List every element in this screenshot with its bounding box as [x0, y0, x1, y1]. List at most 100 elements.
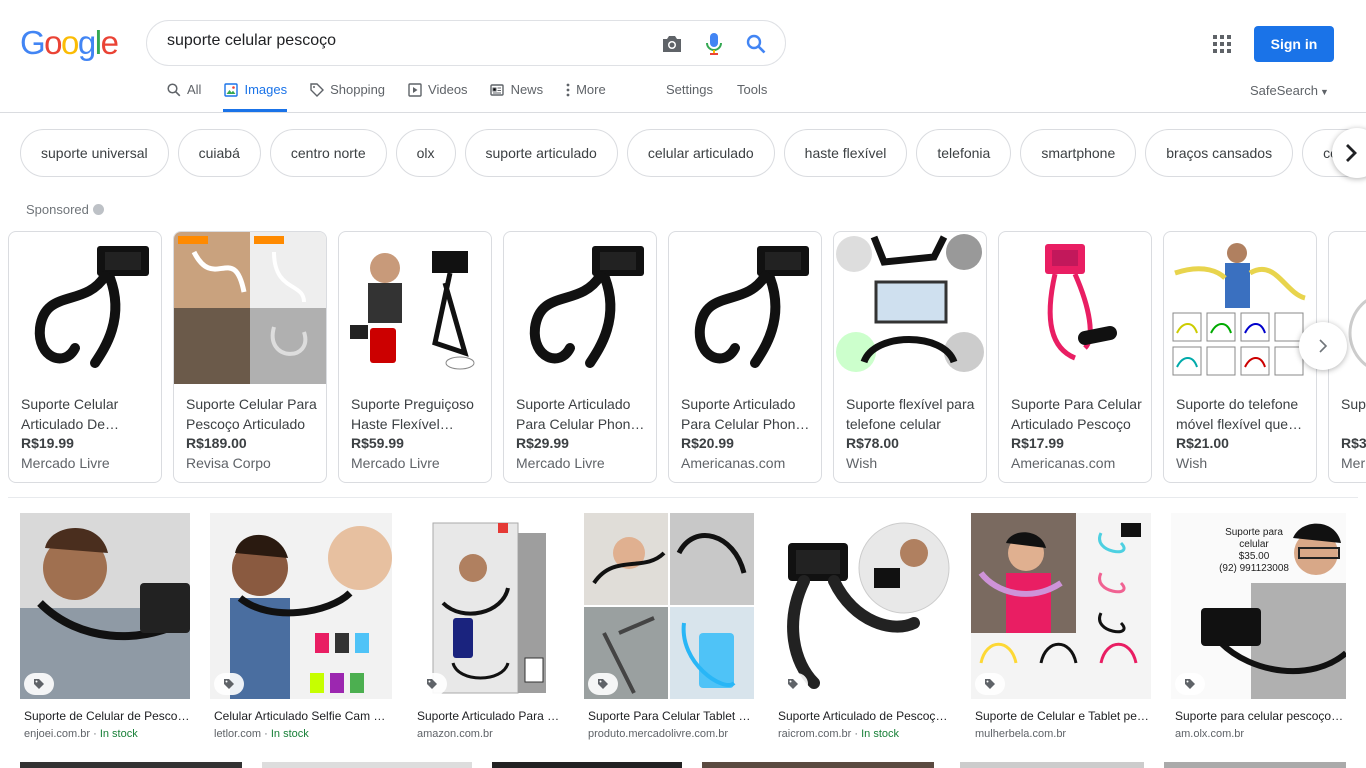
camera-icon[interactable] — [659, 31, 685, 57]
apps-grid-icon[interactable] — [1210, 32, 1234, 56]
shopping-card[interactable]: Suporte Articulado Para Celular Phone Ho… — [668, 231, 822, 483]
sign-in-button[interactable]: Sign in — [1254, 26, 1334, 62]
result-image-partial[interactable] — [702, 762, 934, 768]
settings-link[interactable]: Settings — [666, 82, 713, 97]
result-image — [20, 513, 190, 699]
info-icon[interactable] — [92, 204, 104, 215]
product-store: Mer — [1341, 455, 1366, 471]
product-store: Mercado Livre — [351, 455, 440, 471]
shopping-card[interactable]: Suporte Preguiçoso Haste Flexível Celula… — [338, 231, 492, 483]
overlay-line: Suporte para — [1225, 527, 1283, 538]
product-price: R$19.99 — [21, 435, 74, 451]
tab-images[interactable]: Images — [223, 78, 287, 112]
tab-videos[interactable]: Videos — [407, 78, 468, 112]
google-logo[interactable]: Google — [20, 26, 119, 59]
product-store: Mercado Livre — [21, 455, 110, 471]
product-title: Suporte Preguiçoso Haste Flexível Celula… — [351, 396, 474, 432]
shopping-card[interactable]: Suporte do telefone móvel flexível que p… — [1163, 231, 1317, 483]
chip[interactable]: telefonia — [916, 129, 1012, 177]
chip[interactable]: haste flexível — [783, 129, 908, 177]
result-image-partial[interactable] — [262, 762, 472, 768]
chip[interactable]: celular articulado — [626, 129, 775, 177]
chip[interactable]: braços cansados — [1145, 129, 1294, 177]
tab-shopping[interactable]: Shopping — [309, 78, 385, 112]
product-title: Suporte Para Celular Articulado Pescoço — [1011, 396, 1142, 432]
shopping-next-button[interactable] — [1299, 322, 1347, 370]
source-domain: am.olx.com.br — [1175, 728, 1245, 740]
chip[interactable]: cuiabá — [177, 129, 261, 177]
result-image-partial[interactable] — [492, 762, 682, 768]
product-title: Suporte Articulado Para Celular Phone Ho… — [516, 396, 639, 432]
sponsored-label: Sponsored — [26, 202, 104, 217]
source-domain: letlor.com — [214, 728, 262, 740]
search-box[interactable] — [146, 20, 786, 66]
product-price: R$17.99 — [1011, 435, 1064, 451]
tab-label: News — [510, 82, 544, 97]
result-image-partial[interactable] — [20, 762, 242, 768]
image-result[interactable]: Suporte Para Celular Tablet Pescoço prod… — [584, 513, 754, 740]
result-image-partial[interactable] — [1164, 762, 1346, 768]
result-image-partial[interactable] — [960, 762, 1144, 768]
source-domain: mulherbela.com.br — [975, 728, 1067, 740]
stock-status: In stock — [270, 728, 309, 740]
chip[interactable]: suporte universal — [20, 129, 169, 177]
microphone-icon[interactable] — [701, 31, 727, 57]
product-store: Americanas.com — [1011, 455, 1116, 471]
result-source: mulherbela.com.br — [975, 728, 1151, 740]
shopping-tag-icon — [417, 673, 447, 695]
related-chips: suporte universal cuiabá centro norte olx su… — [20, 129, 1366, 177]
chip[interactable]: suporte articulado — [464, 129, 618, 177]
product-image — [504, 232, 656, 384]
result-image — [774, 513, 951, 699]
shopping-tag-icon — [214, 673, 244, 695]
product-image — [999, 232, 1151, 384]
search-input[interactable] — [167, 32, 637, 50]
image-result[interactable]: Suporte de Celular e Tablet pescoço mulh… — [971, 513, 1151, 740]
shopping-card[interactable]: Suporte Celular Para Pescoço Articulado … — [173, 231, 327, 483]
overlay-line: $35.00 — [1238, 551, 1270, 562]
shopping-tag-icon — [588, 673, 618, 695]
tools-link[interactable]: Tools — [737, 82, 767, 97]
image-result[interactable]: Suporte de Celular de Pescoço enjoei.com… — [20, 513, 190, 740]
result-title: Suporte Para Celular Tablet Pescoço — [588, 709, 754, 723]
shopping-card[interactable]: Suporte Celular Articulado De Pescoço R$… — [8, 231, 162, 483]
tab-label: Videos — [428, 82, 468, 97]
more-vert-icon — [565, 82, 571, 97]
chip[interactable]: olx — [395, 129, 456, 177]
result-title: Suporte Articulado de Pescoço Celular — [778, 709, 951, 723]
chevron-right-icon — [1346, 144, 1357, 162]
source-domain: amazon.com.br — [417, 728, 493, 740]
tab-all[interactable]: All — [166, 78, 201, 112]
product-title: Suporte Celular — [1341, 396, 1366, 412]
product-store: Wish — [846, 455, 878, 471]
result-title: Suporte Articulado Para Celular — [417, 709, 564, 723]
image-result[interactable]: Celular Articulado Selfie Cam Suporte le… — [210, 513, 392, 740]
overlay-line: celular — [1239, 539, 1269, 550]
source-domain: raicrom.com.br — [778, 728, 852, 740]
product-image — [669, 232, 821, 384]
image-result[interactable]: Suporte para celular $35.00 (92) 9911230… — [1171, 513, 1346, 740]
product-store: Mercado Livre — [516, 455, 605, 471]
result-title: Suporte para celular pescoço articulado — [1175, 709, 1346, 723]
image-result[interactable]: Suporte Articulado de Pescoço Celular ra… — [774, 513, 951, 740]
result-image — [413, 513, 564, 699]
shopping-card[interactable]: Suporte Para Celular Articulado Pescoço … — [998, 231, 1152, 483]
shopping-tag-icon — [778, 673, 808, 695]
news-icon — [490, 82, 505, 97]
tab-more[interactable]: More — [565, 78, 606, 112]
safesearch-dropdown[interactable]: SafeSearch ▼ — [1250, 83, 1329, 98]
chip[interactable]: centro norte — [269, 129, 387, 177]
image-result[interactable]: Suporte Articulado Para Celular amazon.c… — [413, 513, 564, 740]
product-image — [834, 232, 986, 384]
result-title: Celular Articulado Selfie Cam Suporte — [214, 709, 392, 723]
product-price: R$21.00 — [1176, 435, 1229, 451]
shopping-card[interactable]: Suporte flexível para telefone celular R… — [833, 231, 987, 483]
product-image — [9, 232, 161, 384]
search-icon[interactable] — [743, 31, 769, 57]
overlay-line: (92) 991123008 — [1219, 563, 1289, 574]
chip[interactable]: smartphone — [1020, 129, 1137, 177]
product-image — [339, 232, 491, 384]
tab-news[interactable]: News — [490, 78, 544, 112]
tab-label: More — [576, 82, 606, 97]
shopping-card[interactable]: Suporte Articulado Para Celular Phone Ho… — [503, 231, 657, 483]
